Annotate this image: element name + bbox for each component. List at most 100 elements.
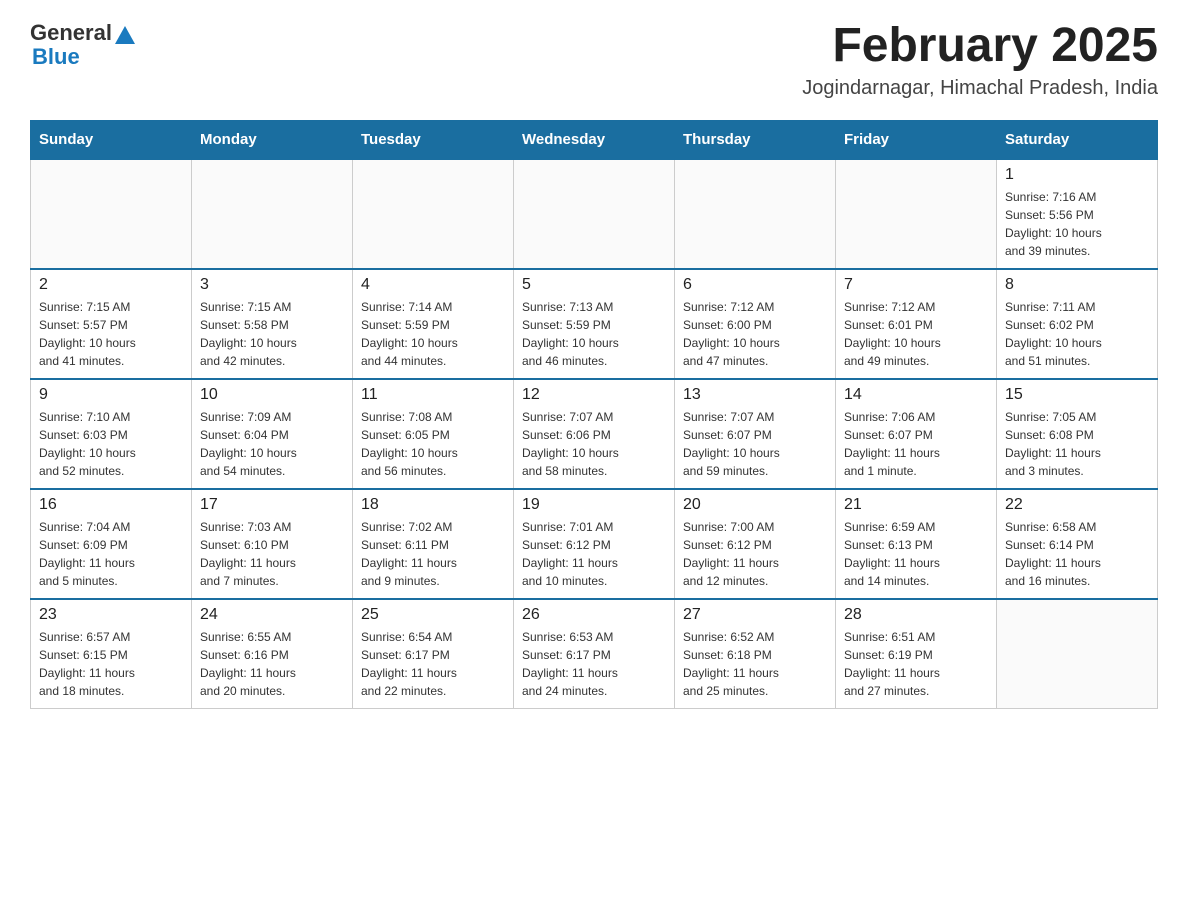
calendar-cell: 7 Sunrise: 7:12 AM Sunset: 6:01 PM Daylig… [836,269,997,379]
day-number: 9 [39,386,183,404]
calendar-cell: 21Sunrise: 6:59 AM Sunset: 6:13 PM Dayli… [836,489,997,599]
calendar-subtitle: Jogindarnagar, Himachal Pradesh, India [802,77,1158,100]
calendar-cell: 19 Sunrise: 7:01 AM Sunset: 6:12 PM Dayli… [514,489,675,599]
day-number: 27 [683,606,827,624]
days-of-week-row: SundayMondayTuesdayWednesdayThursdayFrid… [31,120,1158,159]
calendar-cell: 27 Sunrise: 6:52 AM Sunset: 6:18 PM Dayli… [675,599,836,709]
day-number: 13 [683,386,827,404]
calendar-cell: 28 Sunrise: 6:51 AM Sunset: 6:19 PM Dayli… [836,599,997,709]
calendar-cell [31,159,192,269]
day-of-week-thursday: Thursday [675,120,836,159]
day-info: Sunrise: 6:51 AM Sunset: 6:19 PM Dayligh… [844,628,988,700]
day-info: Sunrise: 7:05 AM Sunset: 6:08 PM Dayligh… [1005,408,1149,480]
calendar-cell [997,599,1158,709]
calendar-cell [192,159,353,269]
calendar-table: SundayMondayTuesdayWednesdayThursdayFrid… [30,120,1158,710]
calendar-cell: 17 Sunrise: 7:03 AM Sunset: 6:10 PM Dayli… [192,489,353,599]
day-info: Sunrise: 7:07 AM Sunset: 6:07 PM Dayligh… [683,408,827,480]
calendar-cell: 16Sunrise: 7:04 AM Sunset: 6:09 PM Dayli… [31,489,192,599]
calendar-cell [514,159,675,269]
calendar-cell: 15 Sunrise: 7:05 AM Sunset: 6:08 PM Dayli… [997,379,1158,489]
day-info: Sunrise: 7:01 AM Sunset: 6:12 PM Dayligh… [522,518,666,590]
calendar-cell: 12 Sunrise: 7:07 AM Sunset: 6:06 PM Dayli… [514,379,675,489]
calendar-header: SundayMondayTuesdayWednesdayThursdayFrid… [31,120,1158,159]
day-info: Sunrise: 6:58 AM Sunset: 6:14 PM Dayligh… [1005,518,1149,590]
week-row-2: 2 Sunrise: 7:15 AM Sunset: 5:57 PM Daylig… [31,269,1158,379]
day-number: 24 [200,606,344,624]
day-number: 7 [844,276,988,294]
calendar-cell [675,159,836,269]
day-info: Sunrise: 6:54 AM Sunset: 6:17 PM Dayligh… [361,628,505,700]
calendar-cell: 25 Sunrise: 6:54 AM Sunset: 6:17 PM Dayli… [353,599,514,709]
day-number: 25 [361,606,505,624]
day-number: 14 [844,386,988,404]
calendar-cell: 8 Sunrise: 7:11 AM Sunset: 6:02 PM Daylig… [997,269,1158,379]
day-number: 22 [1005,496,1149,514]
day-number: 6 [683,276,827,294]
day-number: 8 [1005,276,1149,294]
day-number: 12 [522,386,666,404]
day-info: Sunrise: 6:59 AM Sunset: 6:13 PM Dayligh… [844,518,988,590]
page-header: General Blue February 2025 Jogindarnagar… [30,20,1158,100]
day-info: Sunrise: 7:15 AM Sunset: 5:58 PM Dayligh… [200,298,344,370]
day-info: Sunrise: 7:07 AM Sunset: 6:06 PM Dayligh… [522,408,666,480]
calendar-cell [353,159,514,269]
day-info: Sunrise: 6:55 AM Sunset: 6:16 PM Dayligh… [200,628,344,700]
calendar-cell: 1 Sunrise: 7:16 AM Sunset: 5:56 PM Daylig… [997,159,1158,269]
day-info: Sunrise: 7:14 AM Sunset: 5:59 PM Dayligh… [361,298,505,370]
day-number: 3 [200,276,344,294]
calendar-cell: 10 Sunrise: 7:09 AM Sunset: 6:04 PM Dayli… [192,379,353,489]
day-number: 15 [1005,386,1149,404]
day-info: Sunrise: 7:02 AM Sunset: 6:11 PM Dayligh… [361,518,505,590]
logo-triangle-icon [115,26,135,44]
week-row-4: 16Sunrise: 7:04 AM Sunset: 6:09 PM Dayli… [31,489,1158,599]
day-info: Sunrise: 7:12 AM Sunset: 6:01 PM Dayligh… [844,298,988,370]
logo-general-text: General [30,20,112,46]
day-info: Sunrise: 6:57 AM Sunset: 6:15 PM Dayligh… [39,628,183,700]
day-info: Sunrise: 7:08 AM Sunset: 6:05 PM Dayligh… [361,408,505,480]
day-info: Sunrise: 7:16 AM Sunset: 5:56 PM Dayligh… [1005,188,1149,260]
day-number: 20 [683,496,827,514]
calendar-cell: 4Sunrise: 7:14 AM Sunset: 5:59 PM Daylig… [353,269,514,379]
calendar-cell: 2 Sunrise: 7:15 AM Sunset: 5:57 PM Daylig… [31,269,192,379]
calendar-cell: 3 Sunrise: 7:15 AM Sunset: 5:58 PM Daylig… [192,269,353,379]
week-row-3: 9Sunrise: 7:10 AM Sunset: 6:03 PM Daylig… [31,379,1158,489]
day-number: 2 [39,276,183,294]
day-info: Sunrise: 7:00 AM Sunset: 6:12 PM Dayligh… [683,518,827,590]
day-info: Sunrise: 7:12 AM Sunset: 6:00 PM Dayligh… [683,298,827,370]
day-info: Sunrise: 7:13 AM Sunset: 5:59 PM Dayligh… [522,298,666,370]
day-info: Sunrise: 7:11 AM Sunset: 6:02 PM Dayligh… [1005,298,1149,370]
calendar-cell: 22 Sunrise: 6:58 AM Sunset: 6:14 PM Dayli… [997,489,1158,599]
calendar-cell: 18 Sunrise: 7:02 AM Sunset: 6:11 PM Dayli… [353,489,514,599]
calendar-cell: 14Sunrise: 7:06 AM Sunset: 6:07 PM Dayli… [836,379,997,489]
calendar-cell: 23 Sunrise: 6:57 AM Sunset: 6:15 PM Dayli… [31,599,192,709]
day-number: 10 [200,386,344,404]
day-number: 1 [1005,166,1149,184]
logo-blue-text: Blue [32,46,80,68]
title-block: February 2025 Jogindarnagar, Himachal Pr… [802,20,1158,100]
day-number: 5 [522,276,666,294]
week-row-5: 23 Sunrise: 6:57 AM Sunset: 6:15 PM Dayli… [31,599,1158,709]
day-info: Sunrise: 7:09 AM Sunset: 6:04 PM Dayligh… [200,408,344,480]
calendar-cell: 24 Sunrise: 6:55 AM Sunset: 6:16 PM Dayli… [192,599,353,709]
week-row-1: 1 Sunrise: 7:16 AM Sunset: 5:56 PM Daylig… [31,159,1158,269]
day-info: Sunrise: 6:52 AM Sunset: 6:18 PM Dayligh… [683,628,827,700]
day-number: 18 [361,496,505,514]
calendar-cell [836,159,997,269]
calendar-title: February 2025 [802,20,1158,73]
day-number: 16 [39,496,183,514]
calendar-cell: 20 Sunrise: 7:00 AM Sunset: 6:12 PM Dayli… [675,489,836,599]
day-info: Sunrise: 7:03 AM Sunset: 6:10 PM Dayligh… [200,518,344,590]
day-number: 19 [522,496,666,514]
day-number: 23 [39,606,183,624]
calendar-body: 1 Sunrise: 7:16 AM Sunset: 5:56 PM Daylig… [31,159,1158,709]
calendar-cell: 5 Sunrise: 7:13 AM Sunset: 5:59 PM Daylig… [514,269,675,379]
day-of-week-friday: Friday [836,120,997,159]
day-of-week-monday: Monday [192,120,353,159]
day-info: Sunrise: 6:53 AM Sunset: 6:17 PM Dayligh… [522,628,666,700]
day-number: 28 [844,606,988,624]
calendar-cell: 26Sunrise: 6:53 AM Sunset: 6:17 PM Dayli… [514,599,675,709]
day-number: 17 [200,496,344,514]
day-number: 11 [361,386,505,404]
day-info: Sunrise: 7:15 AM Sunset: 5:57 PM Dayligh… [39,298,183,370]
